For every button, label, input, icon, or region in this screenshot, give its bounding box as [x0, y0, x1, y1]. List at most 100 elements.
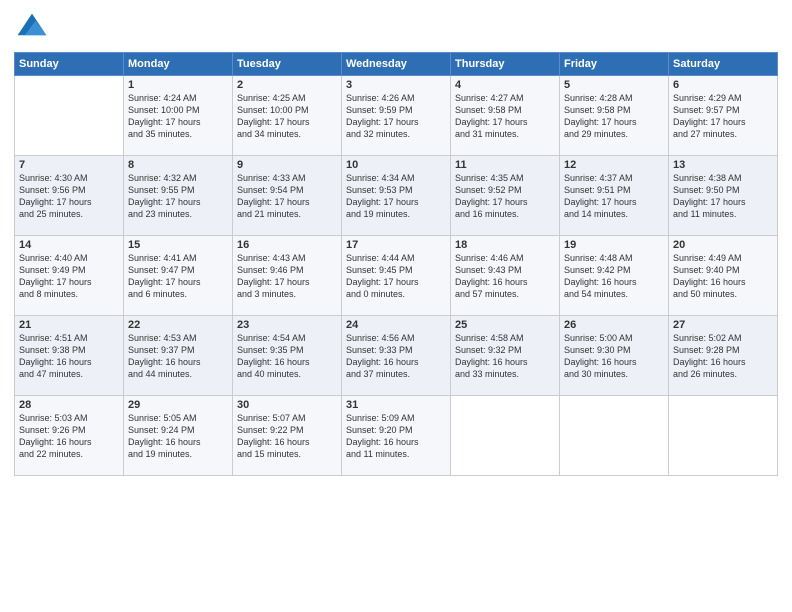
- day-number: 10: [346, 159, 446, 171]
- day-number: 7: [19, 159, 119, 171]
- calendar-cell: [560, 396, 669, 476]
- day-number: 23: [237, 319, 337, 331]
- calendar-table: SundayMondayTuesdayWednesdayThursdayFrid…: [14, 52, 778, 476]
- calendar-cell: 6Sunrise: 4:29 AM Sunset: 9:57 PM Daylig…: [669, 76, 778, 156]
- day-header-monday: Monday: [124, 53, 233, 76]
- day-number: 29: [128, 399, 228, 411]
- day-number: 5: [564, 79, 664, 91]
- week-row-1: 7Sunrise: 4:30 AM Sunset: 9:56 PM Daylig…: [15, 156, 778, 236]
- day-header-sunday: Sunday: [15, 53, 124, 76]
- calendar-cell: [15, 76, 124, 156]
- calendar-cell: 11Sunrise: 4:35 AM Sunset: 9:52 PM Dayli…: [451, 156, 560, 236]
- day-header-thursday: Thursday: [451, 53, 560, 76]
- calendar-cell: 28Sunrise: 5:03 AM Sunset: 9:26 PM Dayli…: [15, 396, 124, 476]
- calendar-cell: [451, 396, 560, 476]
- calendar-cell: 24Sunrise: 4:56 AM Sunset: 9:33 PM Dayli…: [342, 316, 451, 396]
- day-info: Sunrise: 4:43 AM Sunset: 9:46 PM Dayligh…: [237, 252, 337, 301]
- day-info: Sunrise: 5:00 AM Sunset: 9:30 PM Dayligh…: [564, 332, 664, 381]
- calendar-cell: 4Sunrise: 4:27 AM Sunset: 9:58 PM Daylig…: [451, 76, 560, 156]
- day-info: Sunrise: 5:09 AM Sunset: 9:20 PM Dayligh…: [346, 412, 446, 461]
- calendar-cell: 14Sunrise: 4:40 AM Sunset: 9:49 PM Dayli…: [15, 236, 124, 316]
- day-number: 2: [237, 79, 337, 91]
- calendar-cell: 23Sunrise: 4:54 AM Sunset: 9:35 PM Dayli…: [233, 316, 342, 396]
- day-header-saturday: Saturday: [669, 53, 778, 76]
- day-number: 13: [673, 159, 773, 171]
- calendar-cell: 31Sunrise: 5:09 AM Sunset: 9:20 PM Dayli…: [342, 396, 451, 476]
- day-info: Sunrise: 4:27 AM Sunset: 9:58 PM Dayligh…: [455, 92, 555, 141]
- day-number: 30: [237, 399, 337, 411]
- day-info: Sunrise: 4:37 AM Sunset: 9:51 PM Dayligh…: [564, 172, 664, 221]
- calendar-cell: 25Sunrise: 4:58 AM Sunset: 9:32 PM Dayli…: [451, 316, 560, 396]
- day-info: Sunrise: 4:26 AM Sunset: 9:59 PM Dayligh…: [346, 92, 446, 141]
- day-info: Sunrise: 4:46 AM Sunset: 9:43 PM Dayligh…: [455, 252, 555, 301]
- day-number: 26: [564, 319, 664, 331]
- day-number: 15: [128, 239, 228, 251]
- day-number: 20: [673, 239, 773, 251]
- day-number: 4: [455, 79, 555, 91]
- day-info: Sunrise: 4:41 AM Sunset: 9:47 PM Dayligh…: [128, 252, 228, 301]
- day-info: Sunrise: 4:54 AM Sunset: 9:35 PM Dayligh…: [237, 332, 337, 381]
- day-number: 3: [346, 79, 446, 91]
- calendar-cell: 26Sunrise: 5:00 AM Sunset: 9:30 PM Dayli…: [560, 316, 669, 396]
- day-number: 22: [128, 319, 228, 331]
- day-info: Sunrise: 4:51 AM Sunset: 9:38 PM Dayligh…: [19, 332, 119, 381]
- header-row: SundayMondayTuesdayWednesdayThursdayFrid…: [15, 53, 778, 76]
- day-info: Sunrise: 5:02 AM Sunset: 9:28 PM Dayligh…: [673, 332, 773, 381]
- day-number: 25: [455, 319, 555, 331]
- day-number: 6: [673, 79, 773, 91]
- logo-icon: [14, 10, 50, 46]
- day-info: Sunrise: 4:32 AM Sunset: 9:55 PM Dayligh…: [128, 172, 228, 221]
- week-row-4: 28Sunrise: 5:03 AM Sunset: 9:26 PM Dayli…: [15, 396, 778, 476]
- day-number: 18: [455, 239, 555, 251]
- day-number: 16: [237, 239, 337, 251]
- day-number: 8: [128, 159, 228, 171]
- day-info: Sunrise: 4:53 AM Sunset: 9:37 PM Dayligh…: [128, 332, 228, 381]
- day-number: 21: [19, 319, 119, 331]
- calendar-cell: 2Sunrise: 4:25 AM Sunset: 10:00 PM Dayli…: [233, 76, 342, 156]
- day-info: Sunrise: 4:49 AM Sunset: 9:40 PM Dayligh…: [673, 252, 773, 301]
- calendar-cell: 7Sunrise: 4:30 AM Sunset: 9:56 PM Daylig…: [15, 156, 124, 236]
- calendar-cell: [669, 396, 778, 476]
- calendar-cell: 12Sunrise: 4:37 AM Sunset: 9:51 PM Dayli…: [560, 156, 669, 236]
- day-info: Sunrise: 4:38 AM Sunset: 9:50 PM Dayligh…: [673, 172, 773, 221]
- calendar-cell: 20Sunrise: 4:49 AM Sunset: 9:40 PM Dayli…: [669, 236, 778, 316]
- calendar-cell: 15Sunrise: 4:41 AM Sunset: 9:47 PM Dayli…: [124, 236, 233, 316]
- calendar-cell: 29Sunrise: 5:05 AM Sunset: 9:24 PM Dayli…: [124, 396, 233, 476]
- day-info: Sunrise: 4:58 AM Sunset: 9:32 PM Dayligh…: [455, 332, 555, 381]
- calendar-cell: 22Sunrise: 4:53 AM Sunset: 9:37 PM Dayli…: [124, 316, 233, 396]
- day-info: Sunrise: 4:30 AM Sunset: 9:56 PM Dayligh…: [19, 172, 119, 221]
- day-number: 27: [673, 319, 773, 331]
- week-row-2: 14Sunrise: 4:40 AM Sunset: 9:49 PM Dayli…: [15, 236, 778, 316]
- day-info: Sunrise: 4:44 AM Sunset: 9:45 PM Dayligh…: [346, 252, 446, 301]
- day-header-wednesday: Wednesday: [342, 53, 451, 76]
- calendar-cell: 16Sunrise: 4:43 AM Sunset: 9:46 PM Dayli…: [233, 236, 342, 316]
- day-number: 12: [564, 159, 664, 171]
- calendar-cell: 9Sunrise: 4:33 AM Sunset: 9:54 PM Daylig…: [233, 156, 342, 236]
- calendar-cell: 1Sunrise: 4:24 AM Sunset: 10:00 PM Dayli…: [124, 76, 233, 156]
- header: [14, 10, 778, 46]
- day-info: Sunrise: 4:34 AM Sunset: 9:53 PM Dayligh…: [346, 172, 446, 221]
- day-info: Sunrise: 4:40 AM Sunset: 9:49 PM Dayligh…: [19, 252, 119, 301]
- day-info: Sunrise: 5:07 AM Sunset: 9:22 PM Dayligh…: [237, 412, 337, 461]
- calendar-cell: 13Sunrise: 4:38 AM Sunset: 9:50 PM Dayli…: [669, 156, 778, 236]
- calendar-cell: 30Sunrise: 5:07 AM Sunset: 9:22 PM Dayli…: [233, 396, 342, 476]
- day-info: Sunrise: 4:33 AM Sunset: 9:54 PM Dayligh…: [237, 172, 337, 221]
- day-number: 31: [346, 399, 446, 411]
- day-info: Sunrise: 5:05 AM Sunset: 9:24 PM Dayligh…: [128, 412, 228, 461]
- day-number: 1: [128, 79, 228, 91]
- calendar-cell: 8Sunrise: 4:32 AM Sunset: 9:55 PM Daylig…: [124, 156, 233, 236]
- week-row-3: 21Sunrise: 4:51 AM Sunset: 9:38 PM Dayli…: [15, 316, 778, 396]
- day-number: 11: [455, 159, 555, 171]
- calendar-cell: 17Sunrise: 4:44 AM Sunset: 9:45 PM Dayli…: [342, 236, 451, 316]
- day-number: 14: [19, 239, 119, 251]
- calendar-cell: 5Sunrise: 4:28 AM Sunset: 9:58 PM Daylig…: [560, 76, 669, 156]
- day-header-tuesday: Tuesday: [233, 53, 342, 76]
- calendar-cell: 27Sunrise: 5:02 AM Sunset: 9:28 PM Dayli…: [669, 316, 778, 396]
- day-header-friday: Friday: [560, 53, 669, 76]
- day-number: 9: [237, 159, 337, 171]
- day-info: Sunrise: 4:56 AM Sunset: 9:33 PM Dayligh…: [346, 332, 446, 381]
- day-info: Sunrise: 4:48 AM Sunset: 9:42 PM Dayligh…: [564, 252, 664, 301]
- page: SundayMondayTuesdayWednesdayThursdayFrid…: [0, 0, 792, 612]
- day-number: 24: [346, 319, 446, 331]
- calendar-cell: 3Sunrise: 4:26 AM Sunset: 9:59 PM Daylig…: [342, 76, 451, 156]
